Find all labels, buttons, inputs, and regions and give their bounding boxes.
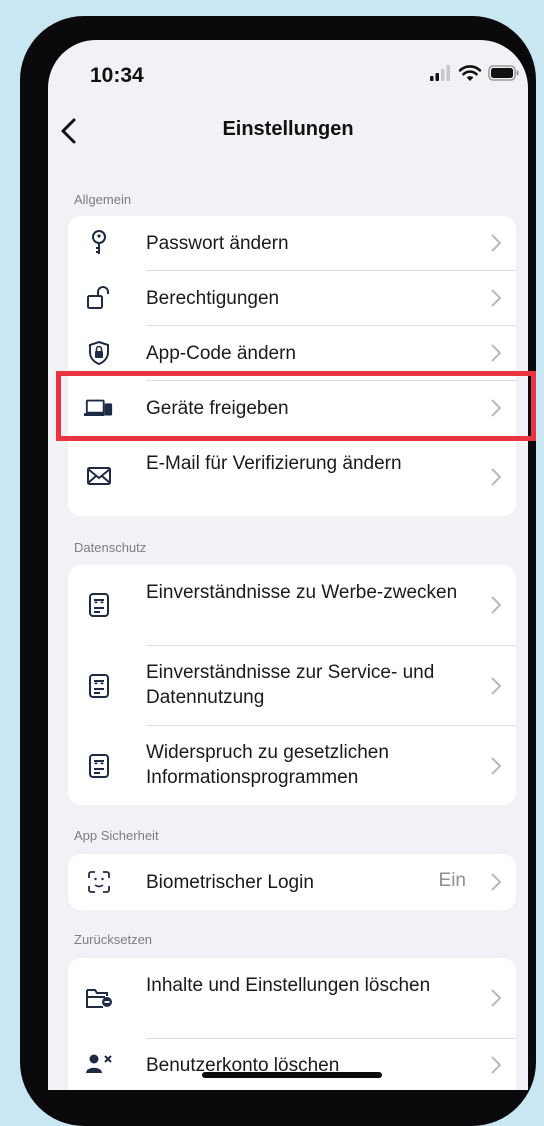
row-passwort-aendern[interactable]: Passwort ändern bbox=[68, 216, 516, 270]
row-biometrischer-login[interactable]: Biometrischer Login Ein bbox=[68, 854, 516, 910]
row-inhalte-loeschen[interactable]: Inhalte und Einstellungen löschen bbox=[68, 958, 516, 1038]
consent-document-icon bbox=[84, 590, 114, 620]
biometric-status-value: Ein bbox=[438, 870, 466, 891]
chevron-right-icon bbox=[491, 757, 502, 775]
chevron-right-icon bbox=[491, 344, 502, 362]
row-label: Einverständnisse zur Service- und Datenn… bbox=[146, 662, 435, 708]
status-time: 10:34 bbox=[90, 64, 144, 87]
chevron-right-icon bbox=[491, 873, 502, 891]
highlight-frame bbox=[56, 371, 536, 441]
folder-remove-icon bbox=[84, 983, 114, 1013]
chevron-right-icon bbox=[491, 468, 502, 486]
row-label: Einverständnisse zu Werbe-zwecken bbox=[146, 582, 458, 603]
consent-document-icon bbox=[84, 751, 114, 781]
page-title: Einstellungen bbox=[222, 118, 354, 140]
card-zuruecksetzen: Inhalte und Einstellungen löschen Benutz… bbox=[68, 958, 516, 1090]
row-label: App-Code ändern bbox=[146, 343, 296, 364]
row-einverstaendnisse-werbe[interactable]: Einverständnisse zu Werbe-zwecken bbox=[68, 565, 516, 645]
chevron-right-icon bbox=[491, 234, 502, 252]
row-label: Widerspruch zu gesetzlichen Informations… bbox=[146, 742, 389, 788]
unlock-icon bbox=[84, 283, 114, 313]
row-label: Biometrischer Login bbox=[146, 872, 314, 893]
row-email-verifizierung[interactable]: E-Mail für Verifizierung ändern bbox=[68, 437, 516, 516]
shield-lock-icon bbox=[84, 338, 114, 368]
section-label-datenschutz: Datenschutz bbox=[74, 540, 147, 555]
chevron-right-icon bbox=[491, 1056, 502, 1074]
wifi-icon bbox=[458, 65, 482, 81]
key-icon bbox=[84, 228, 114, 258]
row-widerspruch[interactable]: Widerspruch zu gesetzlichen Informations… bbox=[68, 726, 516, 805]
envelope-icon bbox=[84, 461, 114, 491]
face-id-icon bbox=[84, 867, 114, 897]
row-label: Berechtigungen bbox=[146, 288, 280, 309]
signal-icon bbox=[430, 65, 450, 81]
row-einverstaendnisse-service[interactable]: Einverständnisse zur Service- und Datenn… bbox=[68, 646, 516, 725]
chevron-right-icon bbox=[491, 289, 502, 307]
section-label-zuruecksetzen: Zurücksetzen bbox=[74, 932, 153, 947]
row-label: E-Mail für Verifizierung ändern bbox=[146, 453, 402, 474]
section-label-allgemein: Allgemein bbox=[74, 192, 132, 207]
settings-screen: 10:34 Einstellungen Allgemein Passwort ä… bbox=[48, 40, 528, 1090]
chevron-right-icon bbox=[491, 596, 502, 614]
row-label: Passwort ändern bbox=[146, 233, 289, 254]
consent-document-icon bbox=[84, 671, 114, 701]
battery-icon bbox=[488, 65, 519, 81]
card-app-sicherheit: Biometrischer Login Ein bbox=[68, 854, 516, 910]
chevron-right-icon bbox=[491, 677, 502, 695]
user-remove-icon bbox=[84, 1049, 114, 1079]
home-indicator bbox=[202, 1072, 382, 1078]
row-benutzerkonto-loeschen[interactable]: Benutzerkonto löschen bbox=[68, 1039, 516, 1090]
card-allgemein: Passwort ändern Berechtigungen App-Code … bbox=[68, 216, 516, 516]
row-label: Inhalte und Einstellungen löschen bbox=[146, 975, 431, 996]
section-label-app-sicherheit: App Sicherheit bbox=[74, 828, 159, 843]
card-datenschutz: Einverständnisse zu Werbe-zwecken Einver… bbox=[68, 565, 516, 805]
chevron-right-icon bbox=[491, 989, 502, 1007]
status-bar: 10:34 bbox=[48, 40, 528, 100]
row-berechtigungen[interactable]: Berechtigungen bbox=[68, 271, 516, 325]
navigation-bar: Einstellungen bbox=[48, 106, 528, 156]
